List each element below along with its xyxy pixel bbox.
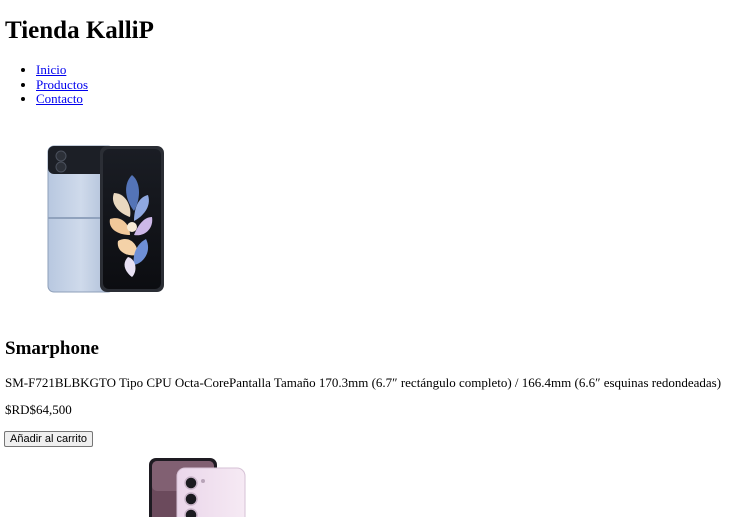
galaxy-z-flip4-phone-image [47,145,164,293]
nav-item-productos: Productos [36,77,88,93]
add-to-cart-button[interactable]: Añadir al carrito [4,431,94,447]
site-title: Tienda KalliP [5,17,154,44]
nav-link-inicio[interactable]: Inicio [36,62,66,77]
main-nav: Inicio Productos Contacto [0,62,88,107]
product-image [47,145,165,299]
nav-item-inicio: Inicio [36,62,88,78]
product-price: $RD$64,500 [5,402,72,417]
product-image-2 [147,457,247,517]
nav-link-contacto[interactable]: Contacto [36,91,83,106]
galaxy-s23-phone-image [149,458,246,517]
nav-link-productos[interactable]: Productos [36,77,88,92]
nav-item-contacto: Contacto [36,91,88,107]
product-name: Smarphone [5,338,99,359]
product-description: SM-F721BLBKGTO Tipo CPU Octa-CorePantall… [5,375,722,390]
